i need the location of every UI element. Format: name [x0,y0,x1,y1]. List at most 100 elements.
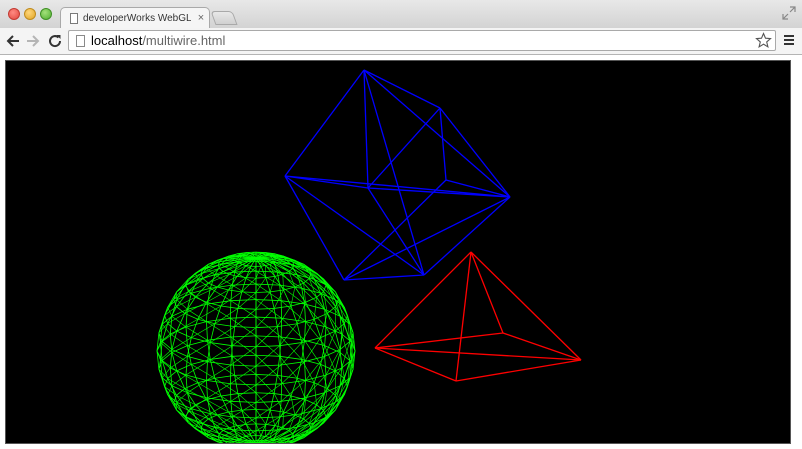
sphere-edge [255,392,271,411]
reload-icon[interactable] [46,32,64,50]
sphere-edge [255,383,282,386]
pyramid-edge [455,251,472,382]
url-text[interactable]: localhost/multiwire.html [91,33,225,49]
title-bar: developerWorks WebGL Th × [0,0,802,29]
webgl-scene [156,69,582,443]
sphere-edge [255,291,271,310]
sphere-edge [255,316,282,319]
url-path: /multiwire.html [142,33,226,48]
sphere-edge [301,319,315,343]
sphere-edge [185,356,188,376]
sphere-edge [167,370,178,379]
forward-arrow-icon[interactable] [24,32,42,50]
zoom-window-button[interactable] [40,8,52,20]
sphere-edge [160,359,171,369]
sphere-edge [234,374,257,376]
sphere-edge [214,323,235,327]
sphere-edge [195,282,209,298]
sphere-edge [167,323,178,332]
sphere-edge [304,361,306,381]
sphere-edge [255,392,275,394]
sphere-edge [208,414,218,420]
sphere-edge [279,356,298,379]
sphere-edge [176,364,192,372]
sphere-edge [188,410,209,420]
sphere-edge [276,326,281,346]
sphere-edge [279,355,302,360]
sphere-edge [276,356,281,376]
sphere-edge [273,289,284,309]
sphere-edge [304,304,306,322]
sphere-edge [190,364,199,383]
sphere-edge [160,349,173,361]
star-icon[interactable] [755,32,772,49]
browser-toolbar: localhost/multiwire.html [0,28,802,55]
sphere-edge [305,302,315,320]
webgl-canvas[interactable] [5,60,791,444]
sphere-edge [206,321,232,338]
sphere-edge [334,330,341,350]
pyramid-edge [374,251,472,349]
sphere-edge [228,409,242,413]
address-bar[interactable]: localhost/multiwire.html [68,30,776,51]
sphere-edge [195,296,207,303]
sphere-edge [279,342,302,347]
sphere-edge [164,299,175,316]
sphere-edge [305,296,317,303]
sphere-edge [255,291,271,293]
sphere-edge [334,352,341,372]
pyramid-edge [455,359,582,382]
sphere-edge [206,321,208,341]
sphere-edge [190,319,199,338]
cube-edge [423,196,511,276]
cube-edge [363,69,511,198]
cube-edge [363,69,425,276]
sphere-edge [208,282,218,288]
sphere-edge [255,326,278,328]
sphere-edge [232,345,257,348]
sphere-edge [279,285,282,301]
sphere-edge [282,414,296,429]
sphere-edge [220,393,238,397]
tab-close-button[interactable]: × [195,11,207,25]
sphere-edge [171,345,188,353]
sphere-edge [269,276,276,292]
close-window-button[interactable] [8,8,20,20]
sphere-edge [269,410,276,426]
sphere-edge [255,400,282,403]
sphere-edge [265,275,275,279]
sphere-edge [234,326,257,328]
sphere-edge [207,383,231,399]
sphere-edge [255,345,280,348]
sphere-edge [304,380,306,398]
hamburger-menu-icon[interactable] [782,33,796,47]
sphere-edge [206,380,208,398]
tab-active[interactable]: developerWorks WebGL Th × [60,7,210,29]
cube-edge [363,69,369,189]
sphere-edge [202,278,209,284]
sphere-edge [255,266,262,279]
sphere-edge [255,423,262,436]
sphere-edge [220,305,238,309]
pyramid-edge [470,251,504,334]
sphere-edge [246,265,252,267]
fullscreen-icon[interactable] [782,6,796,20]
new-tab-button[interactable] [210,11,238,25]
sphere-edge [206,304,208,322]
sphere-edge [255,429,278,432]
cube-edge [343,274,425,281]
sphere-edge [279,401,282,417]
sphere-edge [255,374,278,376]
sphere-edge [305,399,317,406]
sphere-edge [294,286,306,303]
wireframe-cube [284,69,511,281]
sphere-edge [237,392,257,394]
sphere-edge [202,418,209,424]
page-icon [70,13,78,24]
sphere-edge [237,308,257,310]
minimize-window-button[interactable] [24,8,36,20]
back-arrow-icon[interactable] [4,32,22,50]
sphere-edge [246,435,252,437]
sphere-edge [216,414,230,429]
sphere-edge [185,285,189,292]
